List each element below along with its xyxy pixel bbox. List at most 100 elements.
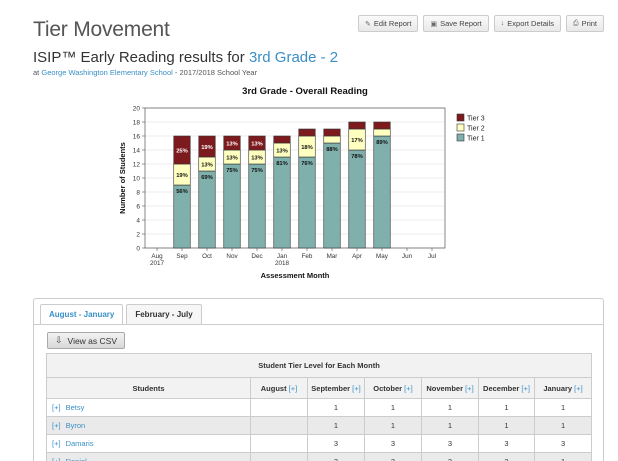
bar-segment (323, 142, 341, 249)
student-name-link[interactable]: Damaris (66, 439, 94, 448)
data-label: 78% (351, 154, 363, 160)
legend-label: Tier 2 (467, 126, 485, 133)
table-row: [+] Betsy 1 1 1 1 1 (46, 398, 593, 417)
expand-column-button[interactable]: [+] (287, 384, 298, 393)
x-tick-label: Oct (202, 253, 212, 260)
save-icon: ▣ (430, 20, 438, 28)
x-tick-label-year: 2017 (150, 260, 165, 267)
tier-cell (250, 398, 308, 417)
print-button[interactable]: ⎙ Print (565, 15, 604, 32)
download-icon: ↓ (500, 20, 505, 27)
tier-cell: 1 (421, 398, 479, 417)
data-label: 13% (276, 149, 288, 155)
expand-row-button[interactable]: [+] (52, 403, 61, 412)
bar-segment (373, 128, 391, 137)
tier-table: Student Tier Level for Each Month Studen… (45, 353, 593, 461)
x-tick-label: Aug (151, 253, 163, 260)
table-row: [+] Byron 1 1 1 1 1 (46, 416, 593, 435)
data-label: 75% (226, 168, 238, 174)
bar-segment (348, 149, 366, 249)
data-label: 89% (376, 140, 388, 146)
class-link[interactable]: 3rd Grade - 2 (249, 49, 338, 66)
expand-column-button[interactable]: [+] (463, 384, 474, 393)
y-tick-label: 12 (133, 162, 141, 169)
tier-cell: 1 (307, 416, 365, 435)
tier-cell: 1 (533, 416, 593, 435)
column-header-label: December (483, 383, 520, 393)
tier-cell: 3 (364, 452, 422, 461)
edit-report-button[interactable]: ✎ Edit Report (358, 15, 419, 32)
report-title-prefix: ISIP™ Early Reading results for (33, 49, 245, 66)
y-tick-label: 8 (136, 190, 140, 197)
y-tick-label: 20 (133, 106, 141, 113)
bar-segment (373, 135, 391, 249)
toolbar: ✎ Edit Report ▣ Save Report ↓ Export Detail… (358, 15, 604, 32)
expand-column-button[interactable]: [+] (519, 384, 530, 393)
tier-cell: 3 (478, 452, 535, 461)
x-axis-label: Assessment Month (261, 271, 330, 280)
y-tick-label: 6 (136, 204, 140, 211)
student-name-link[interactable]: Betsy (66, 403, 85, 412)
table-row: [+] Damaris 3 3 3 3 3 (46, 434, 593, 453)
report-subtitle: at George Washington Elementary School -… (33, 68, 257, 77)
bar-segment (223, 163, 241, 249)
bar-segment (323, 128, 341, 137)
column-header: September [+] (307, 377, 365, 399)
data-label: 25% (176, 149, 188, 155)
column-header-label: October (373, 383, 403, 393)
data-label: 13% (251, 142, 263, 148)
export-details-label: Export Details (507, 19, 554, 28)
tier-cell (250, 452, 308, 461)
student-name-link[interactable]: Byron (66, 421, 86, 430)
column-header-label: January (543, 383, 573, 393)
tier-cell: 1 (478, 398, 535, 417)
tab-august-january[interactable]: August - January (40, 304, 124, 325)
tier-cell: 1 (533, 398, 593, 417)
bar-segment (323, 135, 341, 144)
expand-row-button[interactable]: [+] (52, 457, 61, 461)
legend-label: Tier 3 (467, 116, 485, 123)
expand-row-button[interactable]: [+] (52, 421, 61, 430)
x-tick-label: May (376, 253, 389, 260)
view-as-csv-button[interactable]: ⇩ View as CSV (47, 332, 125, 349)
student-name-link[interactable]: Daniel (66, 457, 87, 461)
table-row: [+]Daniel33331 (46, 452, 593, 461)
expand-column-button[interactable]: [+] (402, 384, 413, 393)
data-label: 19% (201, 145, 213, 151)
tab-february-july[interactable]: February - July (126, 304, 202, 325)
column-header: August [+] (250, 377, 308, 399)
tier-chart: 3rd Grade - Overall Reading 0 2 4 6 8 10 12 14 16… (100, 82, 520, 287)
student-cell: [+] Damaris (46, 434, 251, 453)
expand-column-button[interactable]: [+] (572, 384, 583, 393)
export-details-button[interactable]: ↓ Export Details (493, 15, 561, 32)
column-header: November [+] (421, 377, 479, 399)
tier-cell: 1 (533, 452, 593, 461)
y-tick-label: 2 (136, 232, 140, 239)
save-report-label: Save Report (440, 19, 482, 28)
data-label: 75% (251, 168, 263, 174)
tier-cell: 3 (421, 452, 479, 461)
tab-divider (34, 324, 603, 325)
student-cell: [+] Byron (46, 416, 251, 435)
data-label: 76% (301, 161, 313, 167)
column-header: October [+] (364, 377, 422, 399)
table-header-row: Students August [+] September [+] October [… (46, 377, 593, 399)
tier-cell: 1 (364, 416, 422, 435)
data-label: 13% (226, 156, 238, 162)
student-cell: [+] Betsy (46, 398, 251, 417)
data-label: 88% (326, 147, 338, 153)
chart-title: 3rd Grade - Overall Reading (242, 86, 368, 97)
x-tick-label: Apr (352, 253, 362, 260)
x-tick-label-year: 2018 (275, 260, 290, 267)
tier-cell: 3 (421, 434, 479, 453)
expand-row-button[interactable]: [+] (52, 439, 61, 448)
tier-chart-svg: 3rd Grade - Overall Reading 0 2 4 6 8 10 12 14 16… (118, 86, 485, 280)
expand-column-button[interactable]: [+] (350, 384, 361, 393)
column-header: Students (46, 377, 251, 399)
view-as-csv-label: View as CSV (67, 335, 117, 346)
school-link[interactable]: George Washington Elementary School (41, 68, 172, 77)
column-header-label: November (426, 383, 464, 393)
save-report-button[interactable]: ▣ Save Report (423, 15, 489, 32)
x-tick-label: Dec (251, 253, 262, 260)
legend-swatch (456, 123, 465, 132)
